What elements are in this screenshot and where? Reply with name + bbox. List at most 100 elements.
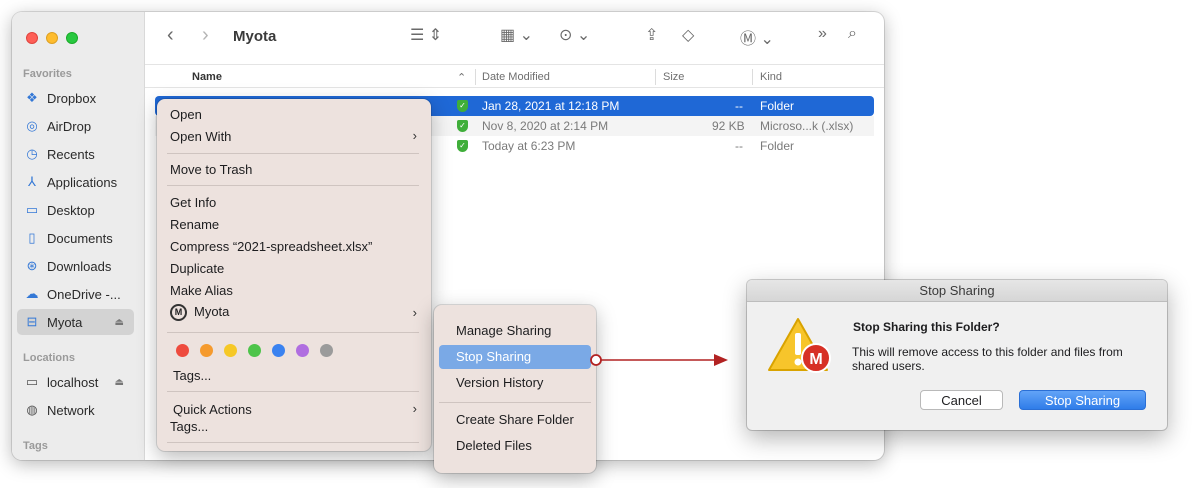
sidebar-item-airdrop[interactable]: ◎ AirDrop — [17, 113, 134, 139]
row-date: Nov 8, 2020 at 2:14 PM — [482, 119, 609, 133]
applications-icon: ⅄ — [28, 174, 36, 189]
column-size[interactable]: Size — [663, 71, 684, 83]
sidebar-item-onedrive[interactable]: ☁ OneDrive -... — [17, 281, 134, 307]
sidebar-item-myota[interactable]: ⊟ Myota ⏏ — [17, 309, 134, 335]
column-header: Name ⌃ Date Modified Size Kind — [145, 64, 884, 88]
overflow-icon[interactable]: » — [818, 25, 827, 43]
cloud-icon: ☁ — [25, 286, 39, 301]
context-menu: Open Open With › Move to Trash Get Info … — [157, 99, 431, 451]
more-actions-icon[interactable]: ⊙ ⌄ — [559, 25, 590, 45]
sidebar-item-label: Dropbox — [47, 90, 97, 106]
globe-icon: ◍ — [26, 402, 38, 417]
sort-ascending-icon[interactable]: ⌃ — [457, 71, 466, 84]
toolbar: ‹ › Myota ☰ ⇕ ▦ ⌄ ⊙ ⌄ ⇪ ◇ Ⓜ ⌄ » ⌕ — [145, 12, 884, 64]
sidebar-item-label: localhost — [47, 374, 99, 390]
search-icon[interactable]: ⌕ — [848, 25, 857, 43]
stop-sharing-button[interactable]: Stop Sharing — [1019, 390, 1146, 410]
shield-icon: ✓ — [457, 140, 468, 152]
menu-item-duplicate[interactable]: Duplicate — [170, 261, 224, 276]
row-date: Today at 6:23 PM — [482, 139, 576, 153]
list-view-icon[interactable]: ☰ ⇕ — [410, 25, 442, 45]
menu-item-tags-bottom[interactable]: Tags... — [170, 419, 208, 434]
forward-icon[interactable]: › — [202, 24, 209, 47]
row-size: -- — [735, 99, 743, 113]
tag-icon[interactable]: ◇ — [682, 25, 694, 45]
column-date-modified[interactable]: Date Modified — [482, 71, 550, 83]
sidebar-item-label: OneDrive -... — [47, 286, 121, 302]
zoom-window-button[interactable] — [66, 32, 78, 44]
tag-color-green[interactable] — [248, 344, 261, 357]
column-kind[interactable]: Kind — [760, 71, 782, 83]
close-window-button[interactable] — [26, 32, 38, 44]
tag-color-gray[interactable] — [320, 344, 333, 357]
sidebar-item-desktop[interactable]: ▭ Desktop — [17, 197, 134, 223]
callout-arrow — [590, 354, 728, 366]
computer-icon: ▭ — [25, 374, 39, 389]
document-icon: ▯ — [28, 230, 36, 245]
menu-item-compress[interactable]: Compress “2021-spreadsheet.xlsx” — [170, 239, 372, 254]
menu-item-open-with[interactable]: Open With — [170, 129, 420, 144]
tag-color-blue[interactable] — [272, 344, 285, 357]
tags-header: Tags — [23, 440, 48, 452]
chevron-right-icon: › — [412, 305, 417, 320]
menu-item-quick-actions[interactable]: Quick Actions — [173, 402, 252, 417]
sidebar-item-dropbox[interactable]: ❖ Dropbox — [17, 85, 134, 111]
dialog-title: Stop Sharing — [747, 280, 1167, 302]
airdrop-icon: ◎ — [26, 118, 38, 133]
menu-item-make-alias[interactable]: Make Alias — [170, 283, 233, 298]
group-icon[interactable]: ▦ ⌄ — [500, 25, 533, 45]
drive-icon: ⊟ — [26, 314, 38, 329]
menu-item-rename[interactable]: Rename — [170, 217, 219, 232]
stop-sharing-dialog: Stop Sharing M Stop Sharing this Folder?… — [747, 280, 1167, 430]
tag-color-red[interactable] — [176, 344, 189, 357]
minimize-window-button[interactable] — [46, 32, 58, 44]
myota-menu-icon[interactable]: Ⓜ ⌄ — [740, 25, 774, 49]
sidebar-item-downloads[interactable]: ⊛ Downloads — [17, 253, 134, 279]
warning-icon: M — [768, 318, 831, 373]
menu-item-manage-sharing[interactable]: Manage Sharing — [456, 323, 551, 338]
sidebar-item-applications[interactable]: ⅄ Applications — [17, 169, 134, 195]
share-icon[interactable]: ⇪ — [645, 25, 658, 45]
menu-item-tags[interactable]: Tags... — [173, 368, 211, 383]
favorites-header: Favorites — [23, 68, 72, 80]
myota-submenu: Manage Sharing Stop Sharing Version Hist… — [434, 305, 596, 473]
sidebar-item-documents[interactable]: ▯ Documents — [17, 225, 134, 251]
row-size: 92 KB — [712, 119, 745, 133]
menu-item-label: Stop Sharing — [456, 349, 532, 364]
desktop-icon: ▭ — [25, 202, 39, 217]
menu-item-myota[interactable]: M Myota — [170, 304, 230, 322]
sidebar: Favorites ❖ Dropbox ◎ AirDrop ◷ Recents … — [12, 12, 145, 460]
column-name[interactable]: Name — [192, 71, 222, 83]
menu-item-stop-sharing[interactable]: Stop Sharing — [439, 345, 591, 369]
row-size: -- — [735, 139, 743, 153]
sidebar-item-label: Myota — [47, 314, 83, 330]
tag-color-purple[interactable] — [296, 344, 309, 357]
menu-item-deleted-files[interactable]: Deleted Files — [456, 438, 532, 453]
menu-item-move-to-trash[interactable]: Move to Trash — [170, 162, 252, 177]
row-date: Jan 28, 2021 at 12:18 PM — [482, 99, 620, 113]
menu-item-create-share-folder[interactable]: Create Share Folder — [456, 412, 574, 427]
myota-logo-icon: M — [170, 304, 187, 322]
menu-item-get-info[interactable]: Get Info — [170, 195, 216, 210]
sidebar-item-label: AirDrop — [47, 118, 92, 134]
menu-item-open[interactable]: Open — [170, 107, 202, 122]
sidebar-item-label: Network — [47, 402, 95, 418]
sidebar-item-recents[interactable]: ◷ Recents — [17, 141, 134, 167]
sidebar-item-label: Recents — [47, 146, 95, 162]
menu-item-version-history[interactable]: Version History — [456, 375, 543, 390]
sidebar-item-network[interactable]: ◍ Network — [17, 397, 134, 423]
dialog-message: This will remove access to this folder a… — [852, 345, 1123, 373]
tag-color-orange[interactable] — [200, 344, 213, 357]
menu-item-label: Myota — [194, 304, 230, 319]
cancel-button[interactable]: Cancel — [920, 390, 1003, 410]
tag-color-yellow[interactable] — [224, 344, 237, 357]
eject-icon[interactable]: ⏏ — [115, 317, 124, 328]
chevron-right-icon: › — [412, 128, 417, 143]
sidebar-item-localhost[interactable]: ▭ localhost ⏏ — [17, 369, 134, 395]
back-icon[interactable]: ‹ — [167, 24, 174, 47]
download-icon: ⊛ — [26, 258, 38, 273]
dropbox-icon: ❖ — [26, 90, 38, 105]
sidebar-item-label: Downloads — [47, 258, 112, 274]
eject-icon[interactable]: ⏏ — [115, 377, 124, 388]
row-kind: Folder — [760, 99, 795, 113]
